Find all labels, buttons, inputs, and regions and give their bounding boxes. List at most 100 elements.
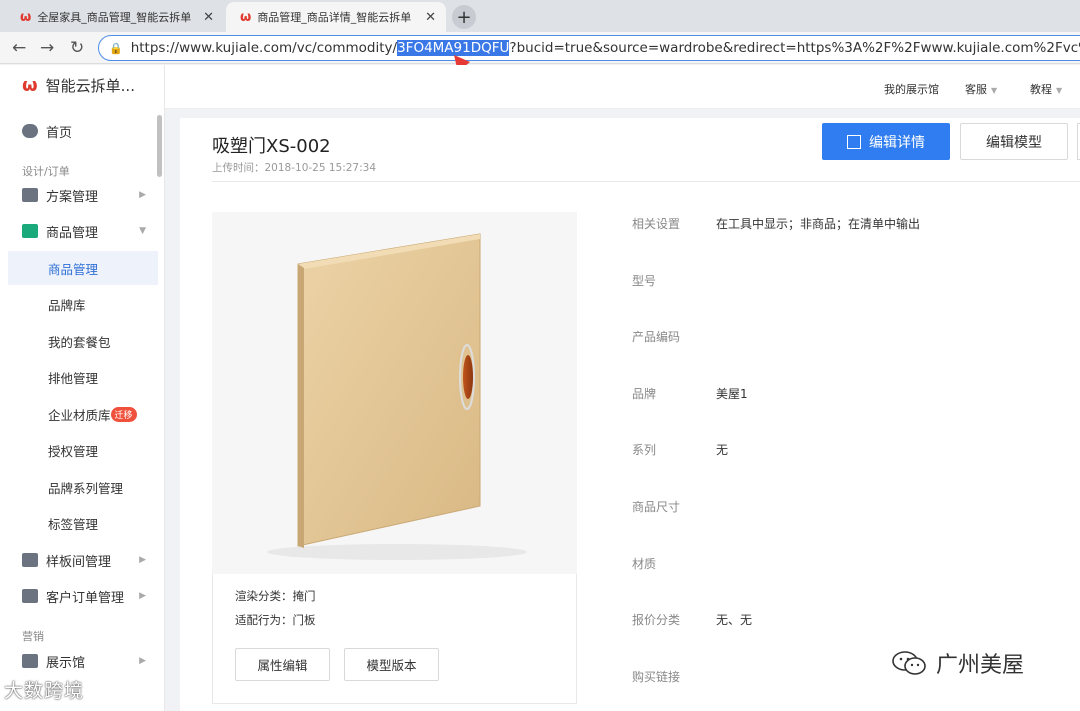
group-label-marketing: 营销 xyxy=(22,630,44,643)
sidebar: ω 智能云拆单... 首页 设计/订单 方案管理 ▶ 商品管理 ▼ 商品管理 品… xyxy=(0,65,165,711)
sidebar-subitem-goods-manage[interactable]: 商品管理 xyxy=(8,251,158,285)
sidebar-item-label: 首页 xyxy=(46,125,73,141)
sidebar-subitem-brand-library[interactable]: 品牌库 xyxy=(8,287,158,321)
sidebar-item-home[interactable]: 首页 xyxy=(0,115,158,147)
scheme-icon xyxy=(22,188,38,202)
url-prefix: https://www.kujiale.com/vc/commodity/ xyxy=(130,40,398,56)
edit-detail-button[interactable]: 编辑详情 xyxy=(822,123,950,160)
attr-label: 系列 xyxy=(632,443,657,457)
model-version-button[interactable]: 模型版本 xyxy=(344,648,439,681)
attr-value: 无 xyxy=(716,443,729,457)
chevron-down-icon: ▼ xyxy=(991,86,998,95)
sidebar-item-customer-order[interactable]: 客户订单管理 ▶ xyxy=(0,580,158,612)
tab-close-icon[interactable]: ✕ xyxy=(425,10,436,25)
adapt-behavior: 适配行为：门板 xyxy=(235,613,316,627)
attr-label: 购买链接 xyxy=(632,670,681,684)
chevron-right-icon: ▶ xyxy=(139,555,146,565)
header-link-tutorial[interactable]: 教程 ▼ xyxy=(1030,81,1062,97)
sidebar-item-scheme[interactable]: 方案管理 ▶ xyxy=(0,179,158,211)
url-suffix: ?bucid=true&source=wardrobe&redirect=htt… xyxy=(509,40,1080,56)
sidebar-subitem-label: 品牌系列管理 xyxy=(48,480,124,496)
sidebar-subitem-tags[interactable]: 标签管理 xyxy=(8,506,158,540)
sidebar-subitem-material-library[interactable]: 企业材质库 迁移 xyxy=(8,397,158,431)
kujiale-logo-icon: ω xyxy=(22,75,38,96)
browser-tab-bar: ω 全屋家具_商品管理_智能云拆单 ✕ ω 商品管理_商品详情_智能云拆单 ✕ … xyxy=(0,0,1080,32)
sidebar-item-label: 客户订单管理 xyxy=(46,590,125,606)
group-label-design: 设计/订单 xyxy=(22,165,70,178)
template-room-icon xyxy=(22,553,38,567)
sidebar-subitem-label: 授权管理 xyxy=(48,443,99,459)
title-divider xyxy=(212,181,1080,182)
attr-label: 型号 xyxy=(632,274,657,288)
corner-watermark: 大数跨境 xyxy=(4,676,84,703)
browser-tab-2[interactable]: ω 商品管理_商品详情_智能云拆单 ✕ xyxy=(226,2,446,32)
sidebar-subitem-label: 商品管理 xyxy=(48,261,99,277)
kujiale-favicon-icon: ω xyxy=(20,9,32,25)
chevron-right-icon: ▶ xyxy=(139,656,146,666)
address-bar-row: ← → ↻ 🔒 https://www.kujiale.com/vc/commo… xyxy=(0,32,1080,64)
sidebar-subitem-label: 排他管理 xyxy=(48,370,99,386)
header-link-label: 我的展示馆 xyxy=(884,83,939,96)
lock-icon: 🔒 xyxy=(109,41,123,55)
edit-model-button[interactable]: 编辑模型 xyxy=(960,123,1068,160)
attr-value: 在工具中显示；非商品；在清单中输出 xyxy=(716,217,921,231)
header-link-service[interactable]: 客服 ▼ xyxy=(965,81,997,97)
sidebar-item-label: 商品管理 xyxy=(46,225,99,241)
attr-label: 商品尺寸 xyxy=(632,500,681,514)
product-preview-image xyxy=(212,212,577,574)
customer-order-icon xyxy=(22,589,38,603)
tab-close-icon[interactable]: ✕ xyxy=(203,10,214,25)
sidebar-subitem-my-package[interactable]: 我的套餐包 xyxy=(8,324,158,358)
attr-label: 产品编码 xyxy=(632,330,681,344)
attr-value: 无、无 xyxy=(716,613,753,627)
button-label: 编辑模型 xyxy=(986,134,1042,151)
attr-value: 美屋1 xyxy=(716,387,748,401)
render-category: 渲染分类：掩门 xyxy=(235,589,316,603)
door-panel-image xyxy=(267,233,527,560)
attr-label: 相关设置 xyxy=(632,217,681,231)
chevron-down-icon: ▼ xyxy=(139,226,146,236)
sidebar-item-template-room[interactable]: 样板间管理 ▶ xyxy=(0,544,158,576)
attr-label: 报价分类 xyxy=(632,613,681,627)
product-info-box: 渲染分类：掩门 适配行为：门板 属性编辑 模型版本 xyxy=(212,574,577,704)
app-header: 我的展示馆 客服 ▼ 教程 ▼ xyxy=(165,65,1080,109)
browser-tab-1[interactable]: ω 全屋家具_商品管理_智能云拆单 ✕ xyxy=(6,2,224,32)
forward-arrow-icon[interactable]: → xyxy=(40,38,54,58)
edit-pen-icon xyxy=(847,134,861,149)
header-link-my-showroom[interactable]: 我的展示馆 xyxy=(884,81,939,97)
page-title: 吸塑门XS-002 xyxy=(212,136,331,157)
back-arrow-icon[interactable]: ← xyxy=(12,38,26,58)
chevron-right-icon: ▶ xyxy=(139,190,146,200)
sidebar-item-label: 样板间管理 xyxy=(46,554,112,570)
goods-bag-icon xyxy=(22,224,38,238)
sidebar-item-label: 方案管理 xyxy=(46,189,99,205)
header-link-label: 客服 xyxy=(965,83,987,96)
wechat-logo-icon xyxy=(892,651,926,675)
sidebar-scrollbar[interactable] xyxy=(157,115,162,177)
tab-title: 全屋家具_商品管理_智能云拆单 xyxy=(37,11,192,24)
sidebar-subitem-exclusive[interactable]: 排他管理 xyxy=(8,360,158,394)
chevron-down-icon: ▼ xyxy=(1056,86,1063,95)
sidebar-subitem-label: 标签管理 xyxy=(48,516,99,532)
button-label: 模型版本 xyxy=(366,658,417,673)
sidebar-item-goods[interactable]: 商品管理 ▼ xyxy=(0,215,158,247)
sidebar-subitem-brand-series[interactable]: 品牌系列管理 xyxy=(8,470,158,504)
button-label: 属性编辑 xyxy=(257,658,308,673)
watermark-text: 广州美屋 xyxy=(936,653,1025,678)
new-tab-plus-icon[interactable]: + xyxy=(452,5,476,29)
sidebar-brand[interactable]: ω 智能云拆单... xyxy=(22,75,135,96)
upload-time: 上传时间：2018-10-25 15:27:34 xyxy=(212,162,377,174)
sidebar-item-showroom[interactable]: 展示馆 ▶ xyxy=(0,645,158,677)
url-input[interactable]: 🔒 https://www.kujiale.com/vc/commodity/3… xyxy=(98,35,1080,61)
reload-icon[interactable]: ↻ xyxy=(70,38,84,58)
kujiale-favicon-icon: ω xyxy=(240,9,252,25)
migrate-badge: 迁移 xyxy=(110,406,137,422)
product-detail-card: 吸塑门XS-002 上传时间：2018-10-25 15:27:34 编辑详情 … xyxy=(180,118,1080,711)
attr-label: 品牌 xyxy=(632,387,657,401)
attr-label: 材质 xyxy=(632,557,657,571)
home-icon xyxy=(22,124,38,138)
header-link-label: 教程 xyxy=(1030,83,1052,96)
attribute-edit-button[interactable]: 属性编辑 xyxy=(235,648,330,681)
button-label: 编辑详情 xyxy=(869,134,925,151)
sidebar-subitem-authorization[interactable]: 授权管理 xyxy=(8,433,158,467)
